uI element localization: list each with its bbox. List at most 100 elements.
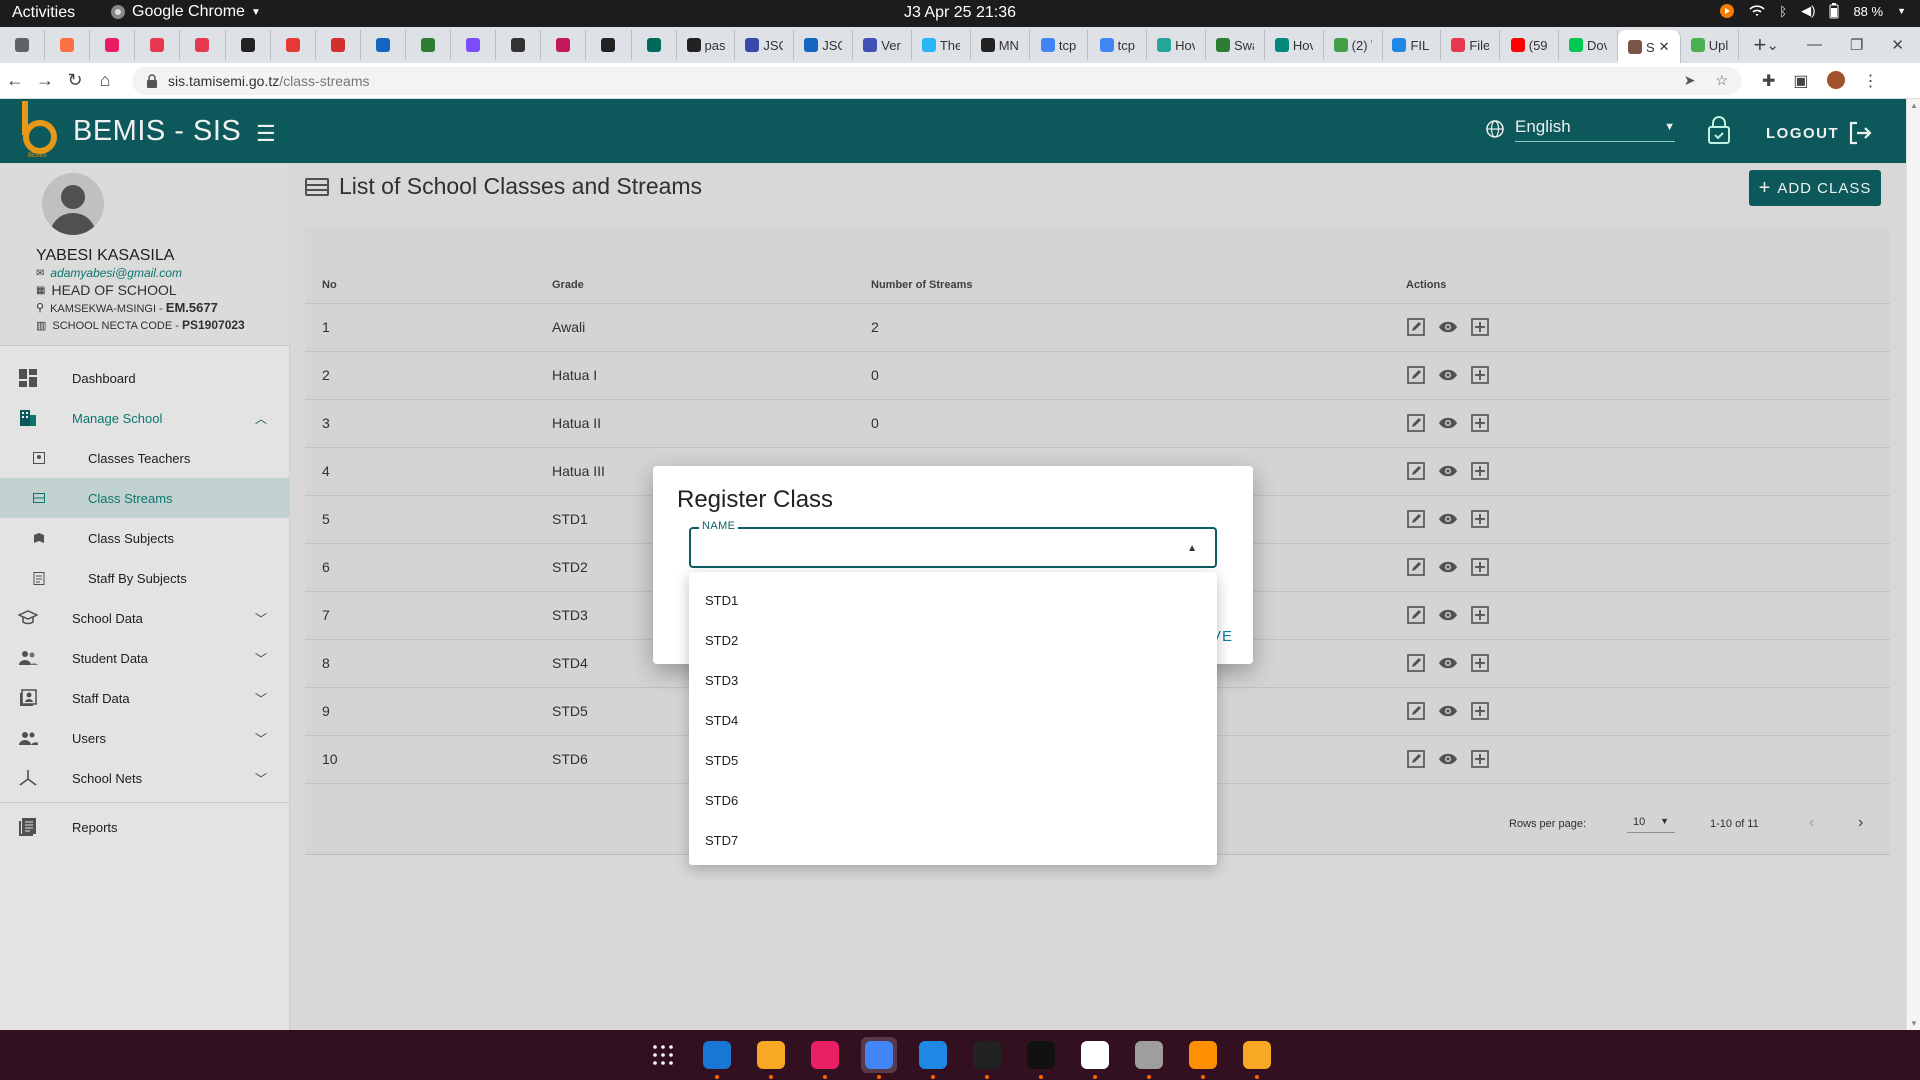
option-std2[interactable]: STD2 xyxy=(689,620,1217,660)
app-menu[interactable]: Google Chrome ▼ xyxy=(110,3,261,21)
browser-tab[interactable] xyxy=(45,30,91,60)
browser-tab[interactable]: tcp xyxy=(1088,30,1148,60)
send-icon[interactable]: ➤ xyxy=(1684,72,1696,89)
dialog-title: Register Class xyxy=(677,486,834,513)
browser-tab[interactable]: FILE xyxy=(1383,30,1442,60)
browser-tab[interactable] xyxy=(632,30,677,60)
browser-tab[interactable]: JSC xyxy=(794,30,854,60)
browser-tab[interactable] xyxy=(316,30,361,60)
tab-title: MN xyxy=(998,37,1019,53)
tab-title: JSC xyxy=(822,37,842,53)
app-grid-icon[interactable] xyxy=(645,1037,681,1073)
option-std7[interactable]: STD7 xyxy=(689,820,1217,860)
browser-tab[interactable]: Hov xyxy=(1147,30,1207,60)
browser-tab[interactable] xyxy=(0,30,46,60)
battery-level: 88 % xyxy=(1853,3,1884,19)
option-std6[interactable]: STD6 xyxy=(689,780,1217,820)
side-panel-icon[interactable]: ▣ xyxy=(1793,71,1808,91)
browser-tab[interactable]: (59 xyxy=(1500,30,1560,60)
text-editor-icon[interactable] xyxy=(753,1037,789,1079)
browser-tab[interactable]: tcp xyxy=(1030,30,1089,60)
chrome-icon[interactable] xyxy=(861,1037,897,1079)
tab-title: Swa xyxy=(1234,37,1254,53)
browser-tab[interactable]: (2) \ xyxy=(1324,30,1383,60)
tab-title: pas xyxy=(704,37,725,53)
tab-favicon-icon xyxy=(1040,38,1055,52)
browser-toolbar: ← → ↻ ⌂ sis.tamisemi.go.tz/class-streams… xyxy=(0,63,1920,99)
browser-tab[interactable]: Dov xyxy=(1559,30,1618,60)
tab-favicon-icon xyxy=(330,38,345,52)
tab-favicon-icon xyxy=(1157,38,1172,52)
browser-tab[interactable]: MN xyxy=(971,30,1030,60)
browser-tab[interactable]: Swa xyxy=(1206,30,1265,60)
settings-icon[interactable] xyxy=(1131,1037,1167,1079)
files-icon[interactable] xyxy=(699,1037,735,1079)
vscode-icon[interactable] xyxy=(915,1037,951,1079)
browser-tab[interactable] xyxy=(541,30,587,60)
apple-tv-icon[interactable] xyxy=(1023,1037,1059,1079)
browser-tab[interactable]: The xyxy=(912,30,971,60)
browser-tab[interactable] xyxy=(271,30,316,60)
bookmark-star-icon[interactable]: ☆ xyxy=(1715,72,1728,89)
option-std1[interactable]: STD1 xyxy=(689,580,1217,620)
music-icon[interactable] xyxy=(807,1037,843,1079)
browser-tab[interactable]: Upl xyxy=(1681,30,1740,60)
tab-search-chevron-icon[interactable]: ⌄ xyxy=(1766,36,1779,54)
browser-tab[interactable] xyxy=(135,30,181,60)
scroll-down-icon[interactable]: ▼ xyxy=(1910,1019,1918,1028)
tab-favicon-icon xyxy=(804,38,819,52)
reload-icon[interactable]: ↻ xyxy=(60,70,90,91)
kebab-menu-icon[interactable]: ⋮ xyxy=(1863,71,1879,91)
browser-tab[interactable] xyxy=(90,30,136,60)
tab-favicon-icon xyxy=(15,38,30,52)
home-icon[interactable]: ⌂ xyxy=(90,70,120,91)
class-name-select[interactable]: NAME ▲ xyxy=(689,520,1217,568)
browser-tab[interactable] xyxy=(406,30,452,60)
maximize-icon[interactable]: ❐ xyxy=(1850,36,1863,54)
vlc-icon[interactable] xyxy=(1185,1037,1221,1079)
address-bar[interactable]: sis.tamisemi.go.tz/class-streams ➤ ☆ xyxy=(132,66,1742,95)
tab-favicon-icon xyxy=(1216,38,1230,52)
option-std3[interactable]: STD3 xyxy=(689,660,1217,700)
browser-tab[interactable] xyxy=(451,30,497,60)
tab-title: File xyxy=(1469,37,1490,53)
tab-title: Hov xyxy=(1175,37,1195,53)
extensions-puzzle-icon[interactable]: ✚ xyxy=(1762,71,1775,91)
browser-tab[interactable]: File xyxy=(1441,30,1501,60)
option-std4[interactable]: STD4 xyxy=(689,700,1217,740)
browser-tab[interactable] xyxy=(586,30,632,60)
close-tab-icon[interactable]: ✕ xyxy=(1659,39,1670,55)
profile-avatar-icon[interactable] xyxy=(1826,70,1845,89)
scroll-up-icon[interactable]: ▲ xyxy=(1910,101,1918,110)
back-arrow-icon[interactable]: ← xyxy=(0,70,30,91)
code-folder-icon[interactable] xyxy=(1239,1037,1275,1079)
video-editor-icon[interactable] xyxy=(1077,1037,1113,1079)
chevron-down-icon: ▼ xyxy=(1897,6,1906,16)
clock[interactable]: J3 Apr 25 21:36 xyxy=(904,4,1016,21)
tab-favicon-icon xyxy=(646,38,661,52)
browser-tab-active[interactable]: S ✕ xyxy=(1617,30,1681,64)
option-std5[interactable]: STD5 xyxy=(689,740,1217,780)
browser-tab[interactable]: Hov xyxy=(1265,30,1324,60)
browser-tab[interactable] xyxy=(180,30,226,60)
browser-tab[interactable]: JSC xyxy=(735,30,795,60)
browser-tab[interactable]: pas xyxy=(677,30,736,60)
activities-button[interactable]: Activities xyxy=(12,4,75,22)
browser-tab[interactable] xyxy=(496,30,542,60)
url-host: sis.tamisemi.go.tz xyxy=(168,72,280,89)
tab-favicon-icon xyxy=(105,38,120,52)
minimize-icon[interactable]: — xyxy=(1807,36,1822,54)
tab-favicon-icon xyxy=(556,38,571,52)
browser-tab[interactable]: Ver xyxy=(853,30,912,60)
forward-arrow-icon[interactable]: → xyxy=(30,70,60,91)
page-scrollbar[interactable]: ▲ ▼ xyxy=(1906,99,1920,1030)
tab-favicon-icon xyxy=(980,38,995,52)
system-tray[interactable]: ᛒ ◀) 88 % ▼ xyxy=(1719,3,1906,19)
new-tab-icon[interactable]: + xyxy=(1753,32,1766,58)
tab-title: Upl xyxy=(1708,37,1729,53)
close-window-icon[interactable]: ✕ xyxy=(1891,36,1904,54)
browser-tab[interactable] xyxy=(226,30,271,60)
tab-favicon-icon xyxy=(1274,38,1289,52)
browser-tab[interactable] xyxy=(361,30,406,60)
terminal-icon[interactable] xyxy=(969,1037,1005,1079)
